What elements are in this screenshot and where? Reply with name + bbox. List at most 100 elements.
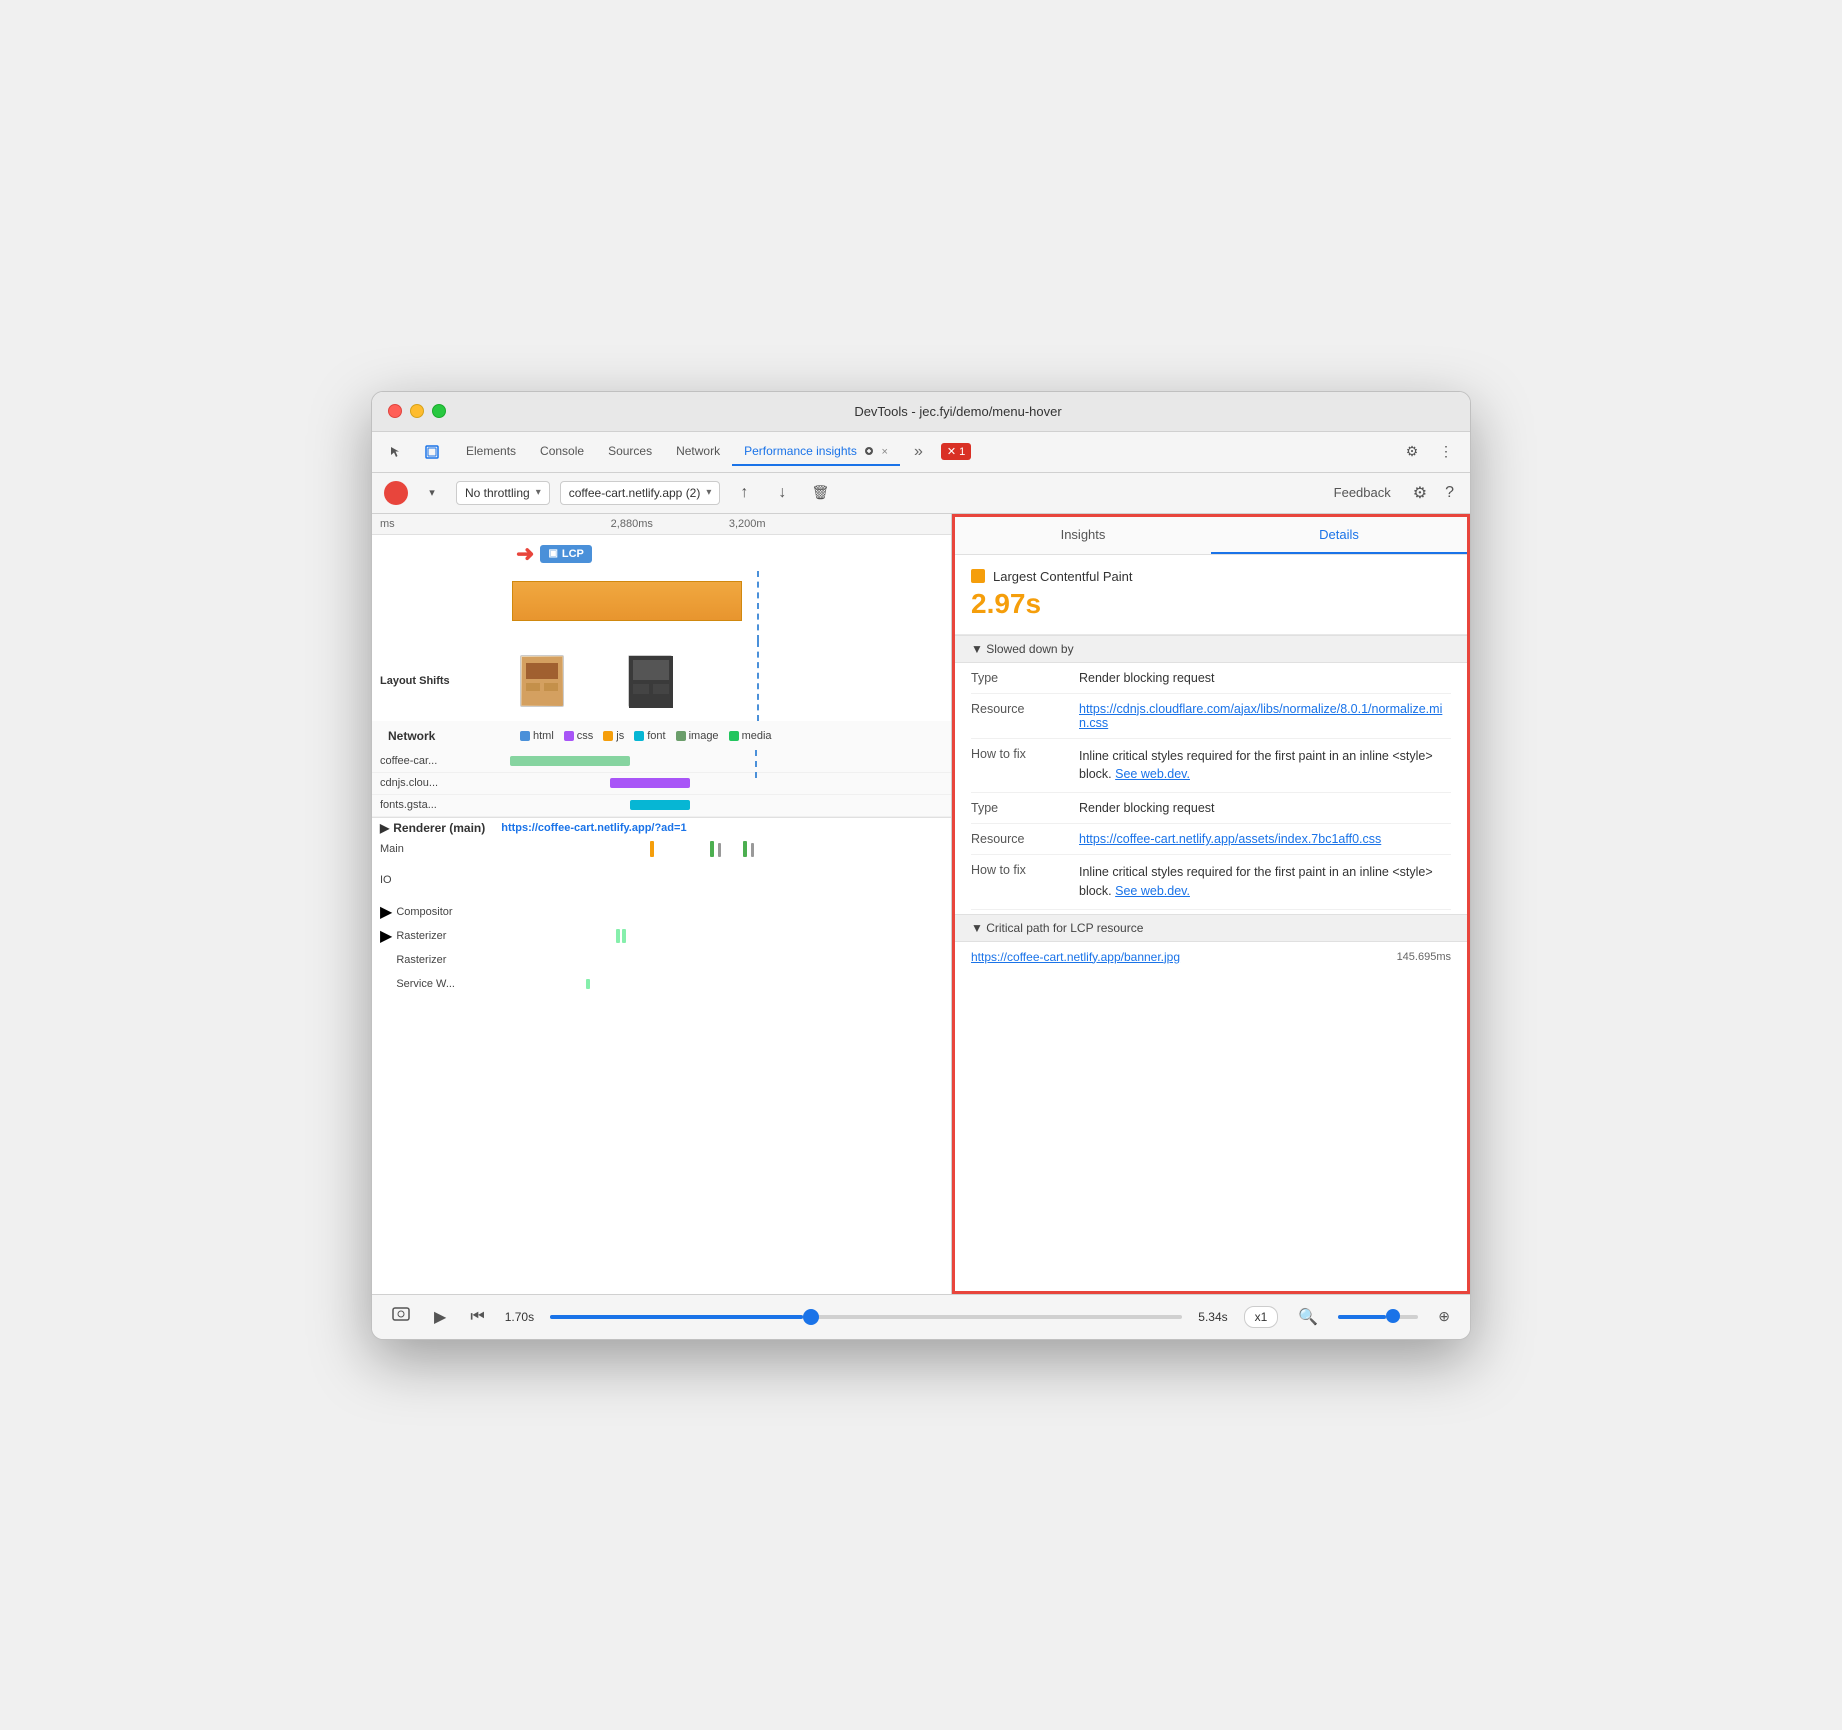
network-label: Network	[380, 725, 510, 747]
zoom-in-icon[interactable]: ⊕	[1434, 1304, 1454, 1329]
tab-insights[interactable]: Insights	[955, 517, 1211, 554]
screenshot-thumb-1	[520, 655, 564, 707]
renderer-section: ▶ Renderer (main) https://coffee-cart.ne…	[372, 817, 951, 996]
tab-details[interactable]: Details	[1211, 517, 1467, 554]
see-web-dev-link-2[interactable]: See web.dev.	[1115, 884, 1190, 898]
lcp-time-value: 2.97s	[971, 588, 1451, 620]
record-button[interactable]	[384, 481, 408, 505]
critical-path-link[interactable]: https://coffee-cart.netlify.app/banner.j…	[971, 950, 1180, 964]
bar-gray-2	[751, 843, 754, 857]
tab-performance-insights[interactable]: Performance insights ×	[732, 438, 900, 466]
lcp-dashed-line	[757, 571, 759, 641]
lcp-header: Largest Contentful Paint	[971, 569, 1451, 584]
start-time: 1.70s	[505, 1310, 534, 1324]
fix-value-1: Inline critical styles required for the …	[1079, 747, 1451, 785]
main-content: ms 2,880ms 3,200m ➜ ▣ LCP La	[372, 514, 1470, 1294]
resource-label-1: Resource	[971, 702, 1071, 730]
bar-yellow	[650, 841, 654, 857]
tab-sources[interactable]: Sources	[596, 438, 664, 466]
slowed-down-header[interactable]: ▼ Slowed down by	[955, 635, 1467, 663]
main-bars	[650, 841, 756, 857]
io-label: IO	[380, 874, 510, 886]
skip-back-button[interactable]: ⏮	[466, 1304, 488, 1330]
zoom-out-icon[interactable]: 🔍	[1294, 1303, 1322, 1331]
throttling-dropdown[interactable]: No throttling ▾	[456, 481, 550, 505]
network-section: Network html css js fon	[372, 721, 951, 817]
lcp-badge[interactable]: ▣ LCP	[540, 545, 591, 563]
net-bar	[510, 756, 630, 766]
end-time: 5.34s	[1198, 1310, 1227, 1324]
net-bar-font	[630, 800, 690, 810]
more-options-icon[interactable]: ⋮	[1432, 438, 1460, 466]
type-value-1: Render blocking request	[1079, 671, 1451, 685]
layout-shifts-row: Layout Shifts	[372, 641, 951, 721]
network-legend: Network html css js fon	[372, 721, 951, 751]
tab-console[interactable]: Console	[528, 438, 596, 466]
gear-icon[interactable]: ⚙	[1409, 479, 1431, 507]
chevron-down-icon: ▾	[706, 487, 711, 498]
inspect-icon[interactable]	[418, 438, 446, 466]
download-icon[interactable]: ↓	[768, 479, 796, 507]
screenshot-toggle[interactable]	[388, 1303, 414, 1330]
chevron-down-icon: ▾	[536, 487, 541, 498]
red-arrow-icon: ➜	[516, 541, 534, 567]
network-rows: coffee-car... cdnjs.clou... fonts.g	[372, 751, 951, 817]
error-badge[interactable]: ✕ 1	[941, 443, 971, 460]
font-legend-dot	[634, 731, 644, 741]
renderer-rows: Main	[372, 838, 951, 860]
close-button[interactable]	[388, 404, 402, 418]
resource-link-2[interactable]: https://coffee-cart.netlify.app/assets/i…	[1079, 832, 1451, 846]
image-legend-dot	[676, 731, 686, 741]
detail-entry-2: Type Render blocking request Resource ht…	[955, 793, 1467, 910]
delete-icon[interactable]: 🗑	[806, 479, 834, 507]
service-worker-label: Service W...	[396, 978, 526, 990]
time-label-2880: 2,880ms	[603, 518, 661, 530]
time-label-3200: 3,200m	[721, 518, 774, 530]
row-label-fonts: fonts.gsta...	[380, 799, 510, 811]
upload-icon[interactable]: ↑	[730, 479, 758, 507]
network-row: fonts.gsta...	[372, 795, 951, 817]
timeline-header: ms 2,880ms 3,200m	[372, 514, 951, 535]
legend-html: html	[520, 730, 554, 742]
devtools-window: DevTools - jec.fyi/demo/menu-hover Eleme…	[371, 391, 1471, 1340]
legend-css: css	[564, 730, 594, 742]
see-web-dev-link-1[interactable]: See web.dev.	[1115, 767, 1190, 781]
layout-shifts-label: Layout Shifts	[380, 675, 510, 687]
profile-dropdown[interactable]: coffee-cart.netlify.app (2) ▾	[560, 481, 721, 505]
main-label: Main	[380, 843, 510, 855]
feedback-button[interactable]: Feedback	[1326, 481, 1399, 504]
fix-value-2: Inline critical styles required for the …	[1079, 863, 1451, 901]
play-button[interactable]: ▶	[430, 1303, 450, 1331]
dropdown-arrow[interactable]: ▾	[418, 479, 446, 507]
resource-row-2: Resource https://coffee-cart.netlify.app…	[971, 824, 1451, 855]
maximize-button[interactable]	[432, 404, 446, 418]
time-label-ms: ms	[372, 518, 403, 530]
more-tabs-icon[interactable]: »	[908, 439, 929, 465]
panel-tabs: Insights Details	[955, 517, 1467, 555]
critical-path-row: https://coffee-cart.netlify.app/banner.j…	[955, 942, 1467, 972]
service-bar	[586, 979, 590, 989]
js-legend-dot	[603, 731, 613, 741]
tab-elements[interactable]: Elements	[454, 438, 528, 466]
settings-icon[interactable]: ⚙	[1398, 438, 1426, 466]
critical-path-section: ▼ Critical path for LCP resource https:/…	[955, 914, 1467, 972]
timeline-scrubber[interactable]	[550, 1315, 1182, 1319]
tab-close-icon[interactable]: ×	[882, 446, 888, 458]
lcp-title: Largest Contentful Paint	[993, 569, 1132, 584]
zoom-slider[interactable]	[1338, 1315, 1418, 1319]
legend-image: image	[676, 730, 719, 742]
minimize-button[interactable]	[410, 404, 424, 418]
traffic-lights	[388, 404, 446, 418]
orange-bar	[512, 581, 742, 621]
devtools-toolbar: Elements Console Sources Network Perform…	[372, 432, 1470, 473]
resource-link-1[interactable]: https://cdnjs.cloudflare.com/ajax/libs/n…	[1079, 702, 1451, 730]
critical-path-header[interactable]: ▼ Critical path for LCP resource	[955, 914, 1467, 942]
renderer-link[interactable]: https://coffee-cart.netlify.app/?ad=1	[501, 822, 686, 834]
layout-dashed-line	[757, 641, 759, 721]
insights-panel: Insights Details Largest Contentful Pain…	[952, 514, 1470, 1294]
lcp-section: Largest Contentful Paint 2.97s	[955, 555, 1467, 635]
fix-row-2: How to fix Inline critical styles requir…	[971, 855, 1451, 910]
tab-network[interactable]: Network	[664, 438, 732, 466]
help-icon[interactable]: ?	[1441, 480, 1458, 506]
cursor-icon[interactable]	[382, 438, 410, 466]
